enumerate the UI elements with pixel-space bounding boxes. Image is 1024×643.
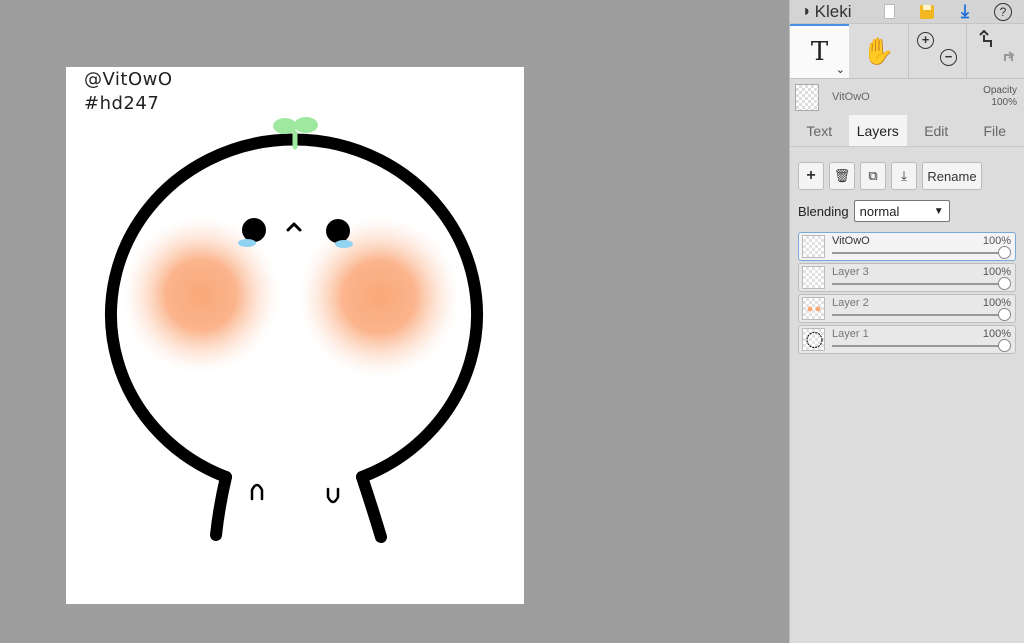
panel-tabs: Text Layers Edit File bbox=[790, 115, 1024, 147]
layer-opacity-track[interactable] bbox=[832, 345, 1007, 347]
add-layer-button[interactable]: + bbox=[798, 162, 824, 190]
layer-name: Layer 2 bbox=[832, 297, 869, 309]
download-button[interactable]: ⤓ bbox=[946, 0, 984, 24]
blending-select[interactable]: normal ▼ bbox=[853, 200, 950, 222]
layer-thumbnail bbox=[802, 328, 825, 351]
chevron-down-icon: ▼ bbox=[933, 205, 944, 217]
right-eye bbox=[326, 219, 350, 243]
undo-icon[interactable] bbox=[979, 29, 992, 47]
blush-thumbnail bbox=[807, 306, 821, 312]
layer-opacity-slider[interactable] bbox=[998, 246, 1011, 259]
layer-opacity-track[interactable] bbox=[832, 252, 1007, 254]
layer-thumbnail bbox=[802, 235, 825, 258]
zoom-controls: + − bbox=[909, 24, 967, 78]
zoom-out-icon[interactable]: − bbox=[940, 49, 957, 66]
current-layer-name: VitOwO bbox=[832, 91, 870, 103]
layer-actions: + 🗑 ⧉ ⤓ Rename bbox=[790, 155, 1024, 197]
help-icon: ? bbox=[994, 2, 1012, 21]
opacity-value: 100% bbox=[991, 97, 1017, 108]
outline-thumbnail bbox=[806, 332, 823, 348]
right-arm bbox=[356, 471, 387, 543]
layer-name: Layer 3 bbox=[832, 266, 869, 278]
delete-layer-button[interactable]: 🗑 bbox=[829, 162, 855, 190]
undo-redo-controls bbox=[967, 24, 1024, 78]
layer-opacity-track[interactable] bbox=[832, 314, 1007, 316]
sidebar: ◗ Kleki ⤓ ? T ⌄ ✋ + − VitOwO Opacity 100… bbox=[789, 0, 1024, 643]
trash-icon: 🗑 bbox=[833, 168, 851, 183]
layer-opacity-slider[interactable] bbox=[998, 308, 1011, 321]
merge-down-icon: ⤓ bbox=[901, 168, 907, 183]
layer-thumbnail bbox=[802, 266, 825, 289]
new-image-button[interactable] bbox=[870, 0, 908, 24]
left-tear bbox=[238, 239, 256, 247]
save-icon bbox=[920, 4, 934, 19]
help-button[interactable]: ? bbox=[984, 0, 1022, 24]
canvas-drawing bbox=[105, 117, 483, 543]
left-foot bbox=[250, 483, 264, 501]
save-button[interactable] bbox=[908, 0, 946, 24]
duplicate-layer-button[interactable]: ⧉ bbox=[860, 162, 886, 190]
layer-thumbnail bbox=[802, 297, 825, 320]
layer-item-layer-3[interactable]: Layer 3 100% bbox=[798, 263, 1016, 292]
right-blush bbox=[299, 217, 459, 377]
rename-layer-button[interactable]: Rename bbox=[922, 162, 982, 190]
left-arm bbox=[210, 471, 232, 541]
current-layer-thumbnail bbox=[795, 83, 819, 111]
download-icon: ⤓ bbox=[961, 1, 969, 21]
blending-row: Blending normal ▼ bbox=[790, 198, 1024, 224]
layer-name: VitOwO bbox=[832, 235, 870, 247]
layer-opacity-slider[interactable] bbox=[998, 339, 1011, 352]
plus-icon: + bbox=[806, 167, 816, 184]
blending-value: normal bbox=[859, 203, 900, 219]
workspace[interactable]: @VitOwO #hd247 bbox=[0, 0, 789, 643]
text-tool-icon: T bbox=[810, 37, 829, 67]
merge-down-button[interactable]: ⤓ bbox=[891, 162, 917, 190]
tab-layers[interactable]: Layers bbox=[848, 115, 907, 146]
right-tear bbox=[335, 240, 353, 248]
sprout-leaf-right bbox=[294, 117, 318, 133]
redo-icon[interactable] bbox=[1004, 50, 1015, 61]
app-title: Kleki bbox=[814, 1, 852, 21]
layer-item-layer-1[interactable]: Layer 1 100% bbox=[798, 325, 1016, 354]
left-eye bbox=[242, 218, 266, 242]
mouth bbox=[286, 222, 302, 232]
chevron-down-icon[interactable]: ⌄ bbox=[836, 63, 845, 76]
sprout-leaf-left bbox=[273, 118, 297, 134]
top-bar: ◗ Kleki ⤓ ? bbox=[790, 0, 1024, 24]
hand-tool-button[interactable]: ✋ bbox=[849, 24, 909, 78]
layer-opacity: 100% bbox=[982, 297, 1011, 309]
zoom-in-icon[interactable]: + bbox=[917, 32, 934, 49]
layer-opacity: 100% bbox=[982, 235, 1011, 247]
drawing-canvas[interactable]: @VitOwO #hd247 bbox=[66, 67, 524, 604]
tab-edit[interactable]: Edit bbox=[907, 115, 966, 146]
layer-name: Layer 1 bbox=[832, 328, 869, 340]
hand-icon: ✋ bbox=[862, 35, 895, 66]
opacity-label: Opacity bbox=[983, 85, 1017, 96]
layer-item-layer-2[interactable]: Layer 2 100% bbox=[798, 294, 1016, 323]
undo-redo-icons bbox=[979, 29, 1015, 61]
tool-bar: T ⌄ ✋ + − bbox=[790, 24, 1024, 79]
layer-list: VitOwO 100% Layer 3 100% Layer 2 100% La… bbox=[790, 232, 1024, 354]
layer-item-vitowo[interactable]: VitOwO 100% bbox=[798, 232, 1016, 261]
layer-opacity: 100% bbox=[982, 328, 1011, 340]
blending-label: Blending bbox=[798, 203, 849, 219]
canvas-tag-text: #hd247 bbox=[84, 93, 160, 114]
duplicate-icon: ⧉ bbox=[868, 168, 878, 183]
tab-text[interactable]: Text bbox=[790, 115, 849, 146]
layer-opacity-slider[interactable] bbox=[998, 277, 1011, 290]
new-image-icon bbox=[883, 4, 895, 19]
tab-file[interactable]: File bbox=[966, 115, 1024, 146]
canvas-handle-text: @VitOwO bbox=[84, 69, 173, 90]
layer-opacity-track[interactable] bbox=[832, 283, 1007, 285]
current-layer-opacity: Opacity 100% bbox=[983, 85, 1017, 109]
right-foot bbox=[326, 487, 340, 504]
app-logo[interactable]: ◗ Kleki bbox=[790, 2, 870, 22]
text-tool-button[interactable]: T ⌄ bbox=[790, 24, 849, 78]
kleki-logo-icon: ◗ bbox=[802, 2, 812, 20]
layer-opacity: 100% bbox=[982, 266, 1011, 278]
current-layer-info: VitOwO Opacity 100% bbox=[790, 79, 1024, 115]
